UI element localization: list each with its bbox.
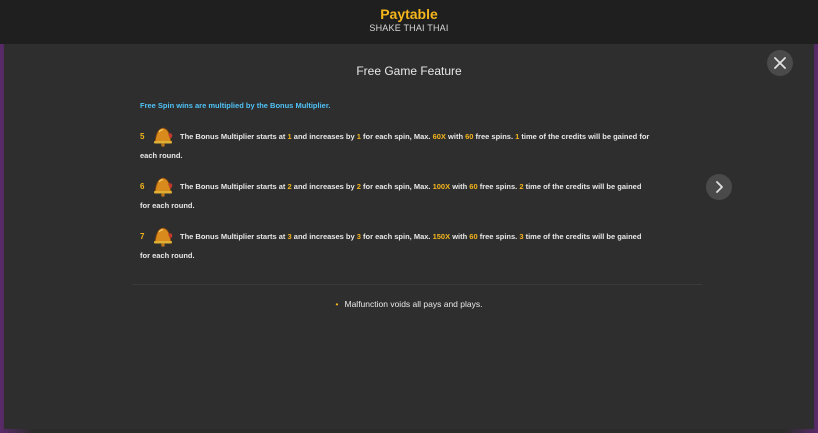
game-name: SHAKE THAI THAI: [369, 23, 449, 33]
symbol-count: 7: [140, 232, 145, 241]
symbol-count: 5: [140, 132, 145, 141]
disclaimer-text: Malfunction voids all pays and plays.: [344, 299, 483, 309]
divider: [132, 284, 702, 285]
row-description-continued: each round.: [140, 151, 183, 160]
bell-icon: [154, 177, 173, 197]
bell-icon: [154, 227, 173, 247]
row-description: The Bonus Multiplier starts at 1 and inc…: [180, 132, 650, 141]
intro-text: Free Spin wins are multiplied by the Bon…: [140, 101, 331, 110]
chevron-right-icon: [716, 181, 723, 193]
bullet-icon: •: [335, 299, 339, 309]
symbol-count: 6: [140, 182, 145, 191]
row-description-continued: for each round.: [140, 251, 195, 260]
row-description-continued: for each round.: [140, 201, 195, 210]
disclaimer: • Malfunction voids all pays and plays.: [0, 299, 818, 309]
row-description: The Bonus Multiplier starts at 3 and inc…: [180, 232, 642, 241]
page-title: Paytable: [380, 6, 438, 22]
section-title: Free Game Feature: [356, 64, 462, 78]
header-bar: Paytable SHAKE THAI THAI: [0, 0, 818, 44]
next-page-button[interactable]: [706, 174, 732, 200]
row-description: The Bonus Multiplier starts at 2 and inc…: [180, 182, 642, 191]
bell-icon: [154, 127, 173, 147]
